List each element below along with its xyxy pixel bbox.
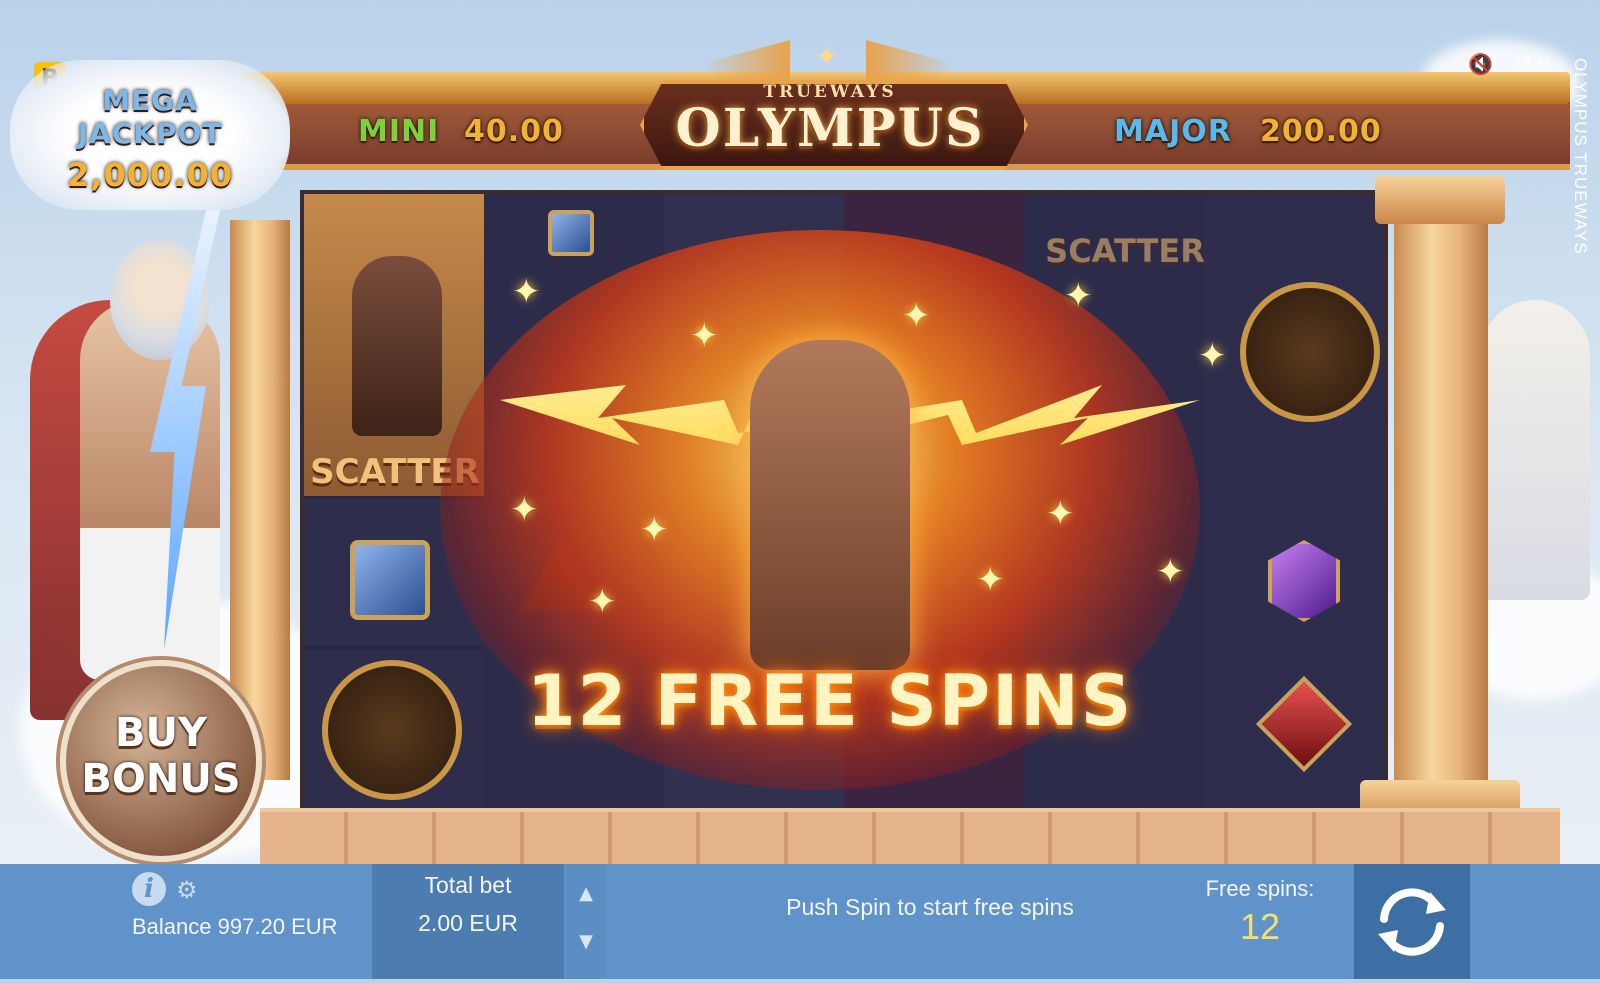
blue-gem-icon	[548, 210, 594, 256]
spin-refresh-icon	[1378, 888, 1446, 956]
free-spins-label: Free spins:	[1205, 876, 1315, 901]
medusa-coin-icon	[1240, 282, 1380, 422]
sparkle-icon: ✦	[1064, 276, 1093, 316]
sparkle-icon: ✦	[1198, 336, 1227, 376]
total-bet-value: 2.00 EUR	[418, 910, 518, 936]
logo-wing-right	[866, 40, 956, 80]
buy-bonus-label-2: BONUS	[81, 756, 241, 802]
sparkle-icon: ✦	[640, 510, 669, 550]
side-game-title: OLYMPUS TRUEWAYS	[1571, 58, 1590, 255]
raised-fist-icon	[750, 340, 910, 670]
mega-jackpot-label-2: JACKPOT	[77, 117, 223, 150]
scatter-label: SCATTER	[1045, 232, 1205, 270]
temple-column-right	[1394, 220, 1488, 800]
speaker-muted-icon[interactable]: 🔇	[1468, 52, 1493, 76]
major-jackpot-value: 200.00	[1260, 114, 1382, 149]
balance-value: 997.20	[217, 914, 285, 939]
bet-increase-button[interactable]: ▲	[570, 874, 602, 914]
clock: 13:41	[1514, 54, 1552, 71]
sparkle-icon: ✦	[512, 272, 541, 312]
logo-wing-left	[700, 40, 790, 80]
balance-label: Balance	[132, 914, 212, 939]
free-spins-count: 12	[1239, 906, 1281, 947]
logo-star-icon: ✦	[815, 40, 839, 73]
sparkle-icon: ✦	[690, 316, 719, 356]
mini-jackpot-value: 40.00	[464, 114, 564, 149]
palace-tower	[1480, 300, 1590, 600]
total-bet-label: Total bet	[424, 872, 512, 898]
balance-display: Balance 997.20 EUR	[132, 914, 338, 940]
scatter-fist-icon	[352, 256, 442, 436]
major-jackpot-label: MAJOR	[1114, 114, 1232, 149]
buy-bonus-button[interactable]: BUY BONUS	[60, 660, 262, 862]
bet-decrease-button[interactable]: ▼	[570, 922, 602, 962]
balance-currency: EUR	[291, 914, 338, 939]
buy-bonus-label-1: BUY	[115, 710, 207, 756]
sparkle-icon: ✦	[1156, 552, 1185, 592]
sparkle-icon: ✦	[510, 490, 539, 530]
info-icon[interactable]: i	[132, 872, 166, 906]
mega-jackpot-value: 2,000.00	[67, 156, 233, 194]
status-message: Push Spin to start free spins	[786, 894, 1074, 920]
sparkle-icon: ✦	[1046, 494, 1075, 534]
mega-jackpot-label-1: MEGA	[102, 84, 198, 117]
spin-button[interactable]	[1354, 864, 1470, 979]
free-spins-message: 12 FREE SPINS	[526, 660, 1134, 742]
gear-icon[interactable]: ⚙	[176, 876, 198, 904]
temple-floor	[260, 808, 1560, 868]
column-capital	[1375, 176, 1505, 224]
sparkle-icon: ✦	[976, 560, 1005, 600]
blue-gem-icon	[350, 540, 430, 620]
sparkle-icon: ✦	[588, 582, 617, 622]
logo-title: OLYMPUS	[675, 98, 985, 159]
sparkle-icon: ✦	[902, 296, 931, 336]
mini-jackpot-label: MINI	[358, 114, 440, 149]
